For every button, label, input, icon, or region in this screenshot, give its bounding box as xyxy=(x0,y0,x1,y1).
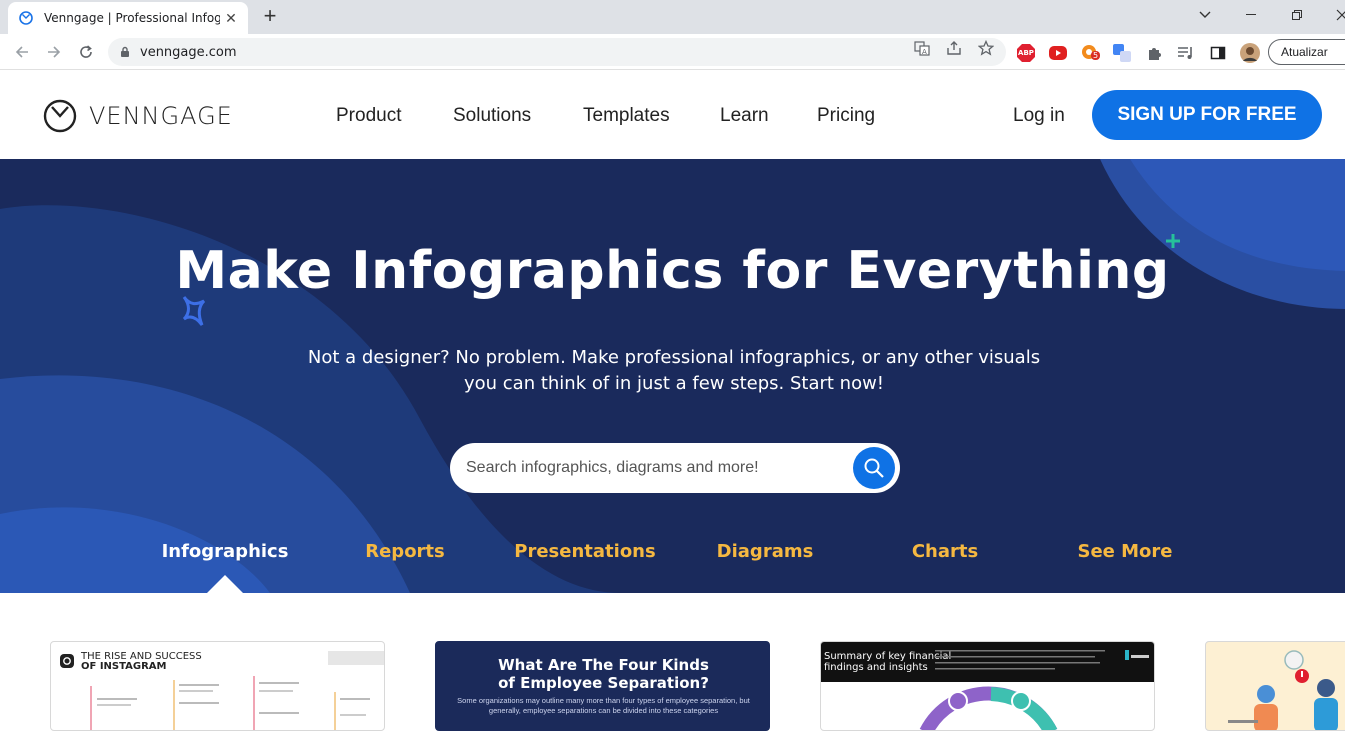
active-tab-indicator xyxy=(207,575,243,593)
tab-diagrams[interactable]: Diagrams xyxy=(685,541,845,562)
extension-badge: 5 xyxy=(1091,51,1101,60)
extensions-puzzle-icon[interactable] xyxy=(1144,43,1164,63)
forward-icon[interactable] xyxy=(42,40,66,64)
search-bar xyxy=(450,443,900,493)
new-tab-button[interactable]: + xyxy=(258,5,282,28)
close-window-icon[interactable] xyxy=(1328,4,1345,26)
adblock-label: ABP xyxy=(1018,49,1034,57)
feed-extension-icon[interactable]: 5 xyxy=(1080,43,1101,63)
reload-icon[interactable] xyxy=(74,40,98,64)
lock-icon xyxy=(120,46,130,58)
signup-button[interactable]: SIGN UP FOR FREE xyxy=(1092,90,1322,140)
tab-search-icon[interactable] xyxy=(1191,4,1219,26)
hero-title: Make Infographics for Everything xyxy=(175,241,1170,301)
hero-subtitle-line2: you can think of in just a few steps. St… xyxy=(463,373,885,394)
url-text: venngage.com xyxy=(140,44,237,60)
site-header: VENNGAGE Product Solutions Templates Lea… xyxy=(0,71,1345,159)
card3-donut-graphic xyxy=(919,686,1058,730)
card2-title-line1: What Are The Four Kinds xyxy=(498,656,709,674)
nav-pricing[interactable]: Pricing xyxy=(817,105,875,127)
tab-title: Venngage | Professional Infograp xyxy=(44,11,220,25)
search-button[interactable] xyxy=(853,447,895,489)
venngage-logo-icon xyxy=(43,99,77,133)
hero-subtitle: Not a designer? No problem. Make profess… xyxy=(300,345,1048,397)
search-input[interactable] xyxy=(466,455,846,481)
back-icon[interactable] xyxy=(10,40,34,64)
login-link[interactable]: Log in xyxy=(1013,105,1065,127)
logo-text: VENNGAGE xyxy=(89,102,233,130)
card3-header-graphic xyxy=(935,650,1149,670)
address-bar[interactable]: venngage.com xyxy=(108,38,1006,66)
card2-title: What Are The Four Kinds of Employee Sepa… xyxy=(436,656,769,692)
template-card-illustration[interactable] xyxy=(1205,641,1345,731)
minimize-icon[interactable] xyxy=(1237,4,1265,26)
nav-solutions[interactable]: Solutions xyxy=(453,105,531,127)
google-translate-icon[interactable] xyxy=(1112,43,1132,63)
tab-reports[interactable]: Reports xyxy=(325,541,485,562)
browser-toolbar: venngage.com A ABP 5 Atualizar xyxy=(0,34,1345,70)
card2-subtitle: Some organizations may outline many more… xyxy=(457,696,750,715)
tab-close-icon[interactable]: ✕ xyxy=(224,10,238,27)
hero-subtitle-line1: Not a designer? No problem. Make profess… xyxy=(307,347,1041,368)
nav-learn[interactable]: Learn xyxy=(720,105,769,127)
tab-charts[interactable]: Charts xyxy=(865,541,1025,562)
template-card-instagram[interactable]: THE RISE AND SUCCESS OF INSTAGRAM xyxy=(50,641,385,731)
svg-text:A: A xyxy=(922,48,927,56)
hero-section: Make Infographics for Everything Not a d… xyxy=(0,159,1345,593)
template-card-financial-summary[interactable]: Summary of key financial findings and in… xyxy=(820,641,1155,731)
tab-infographics[interactable]: Infographics xyxy=(145,541,305,562)
youtube-extension-icon[interactable] xyxy=(1048,43,1068,63)
browser-tab-strip: Venngage | Professional Infograp ✕ + xyxy=(0,0,1345,34)
search-icon xyxy=(863,457,885,479)
venngage-favicon-icon xyxy=(18,10,34,26)
update-button[interactable]: Atualizar xyxy=(1268,39,1345,65)
nav-templates[interactable]: Templates xyxy=(583,105,670,127)
share-icon[interactable] xyxy=(946,40,962,56)
profile-avatar[interactable] xyxy=(1240,43,1260,63)
restore-icon[interactable] xyxy=(1283,4,1311,26)
card1-timeline-graphic xyxy=(90,651,384,730)
nav-product[interactable]: Product xyxy=(336,105,401,127)
venngage-logo[interactable]: VENNGAGE xyxy=(43,99,233,133)
translate-icon[interactable]: A xyxy=(914,40,930,56)
template-card-employee-separation[interactable]: What Are The Four Kinds of Employee Sepa… xyxy=(435,641,770,731)
adblock-plus-icon[interactable]: ABP xyxy=(1016,43,1036,63)
card2-title-line2: of Employee Separation? xyxy=(498,674,709,692)
card3-header: Summary of key financial findings and in… xyxy=(821,642,1154,682)
tab-see-more[interactable]: See More xyxy=(1045,541,1205,562)
card4-illustration xyxy=(1228,650,1338,730)
tab-presentations[interactable]: Presentations xyxy=(505,541,665,562)
browser-tab[interactable]: Venngage | Professional Infograp ✕ xyxy=(8,2,248,34)
side-panel-icon[interactable] xyxy=(1208,43,1228,63)
media-control-icon[interactable] xyxy=(1176,43,1196,63)
bookmark-star-icon[interactable] xyxy=(978,40,994,56)
